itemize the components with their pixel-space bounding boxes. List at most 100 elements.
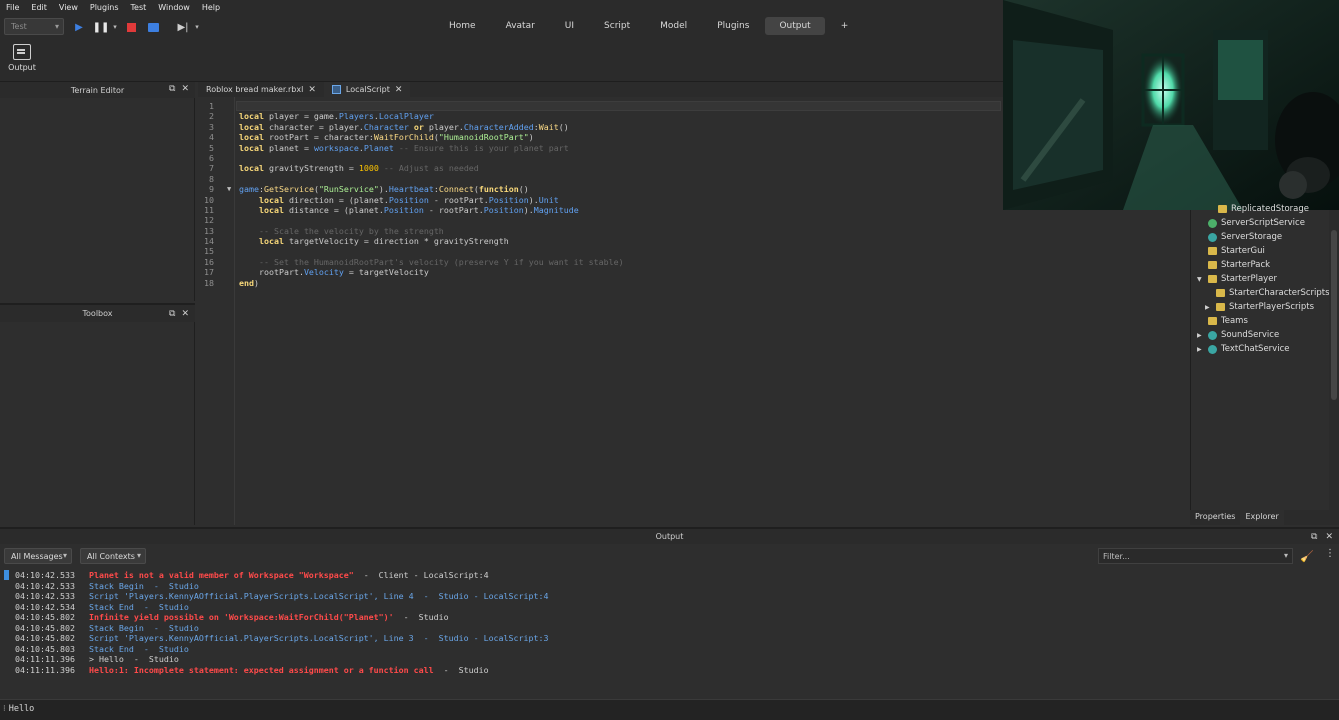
tab-plugins[interactable]: Plugins: [703, 17, 763, 35]
line-number: 16: [204, 256, 214, 267]
code-line[interactable]: 17 rootPart.Velocity = targetVelocity: [198, 267, 624, 277]
terrain-editor-header: Terrain Editor ⧉ ✕: [0, 82, 195, 98]
code-line[interactable]: 5 local planet = workspace.Planet -- Ensu…: [198, 143, 624, 153]
chevron-down-icon[interactable]: ▾: [108, 20, 122, 34]
menu-file[interactable]: File: [0, 3, 25, 12]
tree-item-startercharacterscripts[interactable]: StarterCharacterScripts: [1205, 288, 1330, 298]
chevron-down-icon[interactable]: ▾: [190, 20, 204, 34]
terrain-editor-panel: [0, 98, 195, 301]
fold-arrow-icon[interactable]: ▼: [214, 184, 239, 194]
collapsed-arrow-icon[interactable]: ▶: [1197, 332, 1204, 339]
explorer-scrollbar[interactable]: [1329, 210, 1339, 510]
line-number: 5: [209, 142, 214, 153]
clear-output-icon[interactable]: 🧹: [1300, 550, 1314, 563]
code-line[interactable]: 2 local player = game.Players.LocalPlayer: [198, 111, 624, 121]
menu-window[interactable]: Window: [152, 3, 196, 12]
close-icon[interactable]: ✕: [181, 309, 189, 319]
tree-item-replicatedstorage[interactable]: ReplicatedStorage: [1207, 204, 1309, 214]
line-number: 4: [209, 132, 214, 143]
menu-plugins[interactable]: Plugins: [84, 3, 125, 12]
step-icon[interactable]: ▶|: [176, 20, 190, 34]
tree-item-soundservice[interactable]: ▶ SoundService: [1197, 330, 1279, 340]
code-line[interactable]: 6: [198, 153, 624, 163]
code-line[interactable]: 3 local character = player.Character or p…: [198, 122, 624, 132]
tree-item-starterplayerscripts[interactable]: ▶ StarterPlayerScripts: [1205, 302, 1314, 312]
close-icon[interactable]: ✕: [1325, 532, 1333, 542]
scrollbar-thumb[interactable]: [1331, 230, 1337, 400]
tab-add[interactable]: +: [827, 17, 863, 35]
tab-explorer[interactable]: Explorer: [1240, 510, 1284, 525]
popout-icon[interactable]: ⧉: [1311, 532, 1317, 542]
log-line: 04:10:42.533 Stack Begin - Studio: [15, 580, 199, 591]
code-line[interactable]: 10 local direction = (planet.Position - …: [198, 195, 624, 205]
output-filter-input[interactable]: Filter...: [1098, 548, 1293, 564]
expanded-arrow-icon[interactable]: ▼: [1197, 276, 1204, 283]
menu-test[interactable]: Test: [125, 3, 153, 12]
popout-icon[interactable]: ⧉: [169, 309, 175, 319]
line-number: 3: [209, 121, 214, 132]
tree-item-startergui[interactable]: StarterGui: [1197, 246, 1265, 256]
menu-help[interactable]: Help: [196, 3, 226, 12]
mode-select[interactable]: Test: [4, 18, 64, 35]
code-line[interactable]: 4 local rootPart = character:WaitForChild…: [198, 132, 624, 142]
code-text: local character = player.Character or pl…: [239, 121, 569, 132]
code-line[interactable]: 12: [198, 215, 624, 225]
code-text: local planet = workspace.Planet -- Ensur…: [239, 142, 569, 153]
collapsed-arrow-icon[interactable]: ▶: [1205, 304, 1212, 311]
tree-item-textchatservice[interactable]: ▶ TextChatService: [1197, 344, 1289, 354]
menu-edit[interactable]: Edit: [25, 3, 53, 12]
client-server-icon[interactable]: [146, 20, 160, 34]
code-lines[interactable]: 1 2 local player = game.Players.LocalPlay…: [198, 101, 624, 288]
code-line[interactable]: 16 -- Set the HumanoidRootPart's velocit…: [198, 257, 624, 267]
tab-localscript[interactable]: LocalScript ✕: [323, 82, 411, 97]
tab-place-file[interactable]: Roblox bread maker.rbxl ✕: [198, 82, 324, 97]
output-title: Output: [655, 532, 684, 541]
line-number: 2: [209, 111, 214, 122]
more-options-icon[interactable]: ⋮: [1325, 548, 1335, 559]
popout-icon[interactable]: ⧉: [169, 84, 175, 94]
code-line[interactable]: 15: [198, 246, 624, 256]
contexts-filter-dropdown[interactable]: All Contexts: [80, 548, 146, 564]
folder-icon: [1216, 303, 1225, 311]
code-line[interactable]: 18 end): [198, 278, 624, 288]
folder-icon: [1208, 247, 1217, 255]
code-line[interactable]: 7 local gravityStrength = 1000 -- Adjust …: [198, 163, 624, 173]
tree-item-starterplayer[interactable]: ▼ StarterPlayer: [1197, 274, 1277, 284]
tab-properties[interactable]: Properties: [1190, 510, 1240, 525]
collapsed-arrow-icon[interactable]: ▶: [1197, 346, 1204, 353]
code-line[interactable]: 14 local targetVelocity = direction * gr…: [198, 236, 624, 246]
tab-home[interactable]: Home: [435, 17, 490, 35]
close-icon[interactable]: ✕: [181, 84, 189, 94]
tab-script[interactable]: Script: [590, 17, 644, 35]
stop-icon[interactable]: [124, 20, 138, 34]
tree-item-teams[interactable]: Teams: [1197, 316, 1248, 326]
server-script-service-icon: [1208, 218, 1217, 228]
pause-icon[interactable]: ❚❚: [93, 20, 110, 34]
tab-avatar[interactable]: Avatar: [492, 17, 549, 35]
messages-filter-dropdown[interactable]: All Messages: [4, 548, 72, 564]
code-text: -- Scale the velocity by the strength: [258, 225, 444, 236]
tab-model[interactable]: Model: [646, 17, 701, 35]
output-button[interactable]: Output: [6, 44, 38, 73]
tab-ui[interactable]: UI: [551, 17, 588, 35]
tree-item-starterpack[interactable]: StarterPack: [1197, 260, 1270, 270]
close-icon[interactable]: ✕: [308, 85, 316, 95]
output-button-label: Output: [8, 63, 36, 72]
line-number: 8: [209, 173, 214, 184]
command-bar[interactable]: ⁝ Hello: [0, 699, 1339, 720]
menu-view[interactable]: View: [53, 3, 84, 12]
output-header: Output ⧉ ✕: [0, 527, 1339, 544]
code-line[interactable]: 13 -- Scale the velocity by the strength: [198, 226, 624, 236]
close-icon[interactable]: ✕: [395, 85, 403, 95]
code-line[interactable]: 1: [198, 101, 624, 111]
line-number: 11: [204, 204, 214, 215]
code-line[interactable]: 9 ▼ game:GetService("RunService").Heartbea…: [198, 184, 624, 194]
play-icon[interactable]: ▶: [72, 20, 86, 34]
command-bar-input[interactable]: Hello: [9, 704, 35, 714]
code-line[interactable]: 8: [198, 174, 624, 184]
tree-item-serverstorage[interactable]: ServerStorage: [1197, 232, 1282, 242]
folder-icon: [1218, 205, 1227, 213]
tab-output[interactable]: Output: [765, 17, 825, 35]
code-line[interactable]: 11 local distance = (planet.Position - r…: [198, 205, 624, 215]
tree-item-serverscriptservice[interactable]: ServerScriptService: [1197, 218, 1305, 228]
